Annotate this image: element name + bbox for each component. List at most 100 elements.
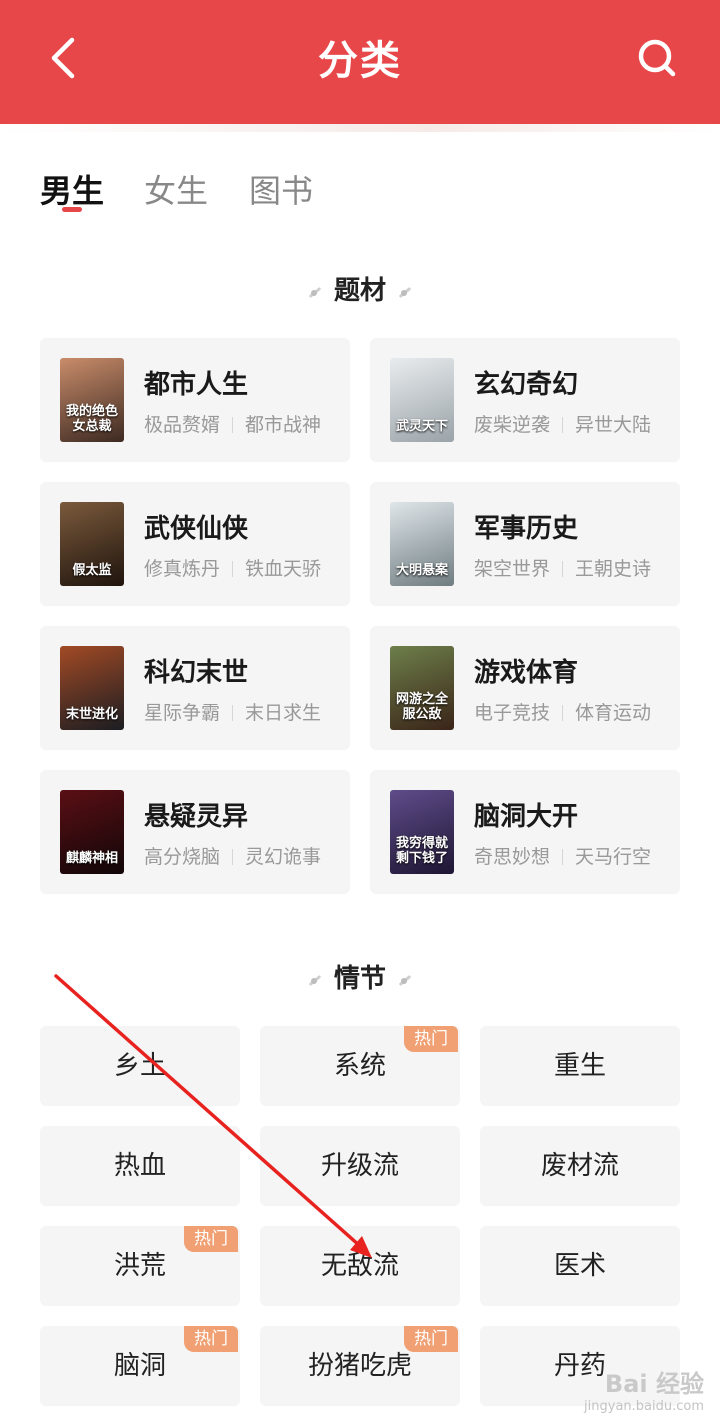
category-tag: 修真炼丹 — [144, 558, 221, 580]
category-title: 游戏体育 — [474, 658, 579, 688]
category-tags: 高分烧脑 灵幻诡事 — [144, 842, 321, 869]
plot-tag-button[interactable]: 乡土 — [40, 1026, 240, 1106]
category-tag: 天马行空 — [575, 846, 652, 868]
tab-books[interactable]: 图书 — [249, 166, 313, 212]
book-cover: 网游之全服公敌 — [390, 646, 454, 730]
category-tag: 星际争霸 — [144, 702, 221, 724]
book-cover-title: 麒麟神相 — [65, 850, 118, 866]
hot-badge: 热门 — [184, 1226, 238, 1252]
decoration-icon — [396, 285, 414, 299]
category-tag: 高分烧脑 — [144, 846, 221, 868]
section-title-text: 题材 — [333, 276, 386, 306]
category-card[interactable]: 假太监 武侠仙侠修真炼丹 铁血天骄 — [40, 482, 350, 606]
category-card[interactable]: 我穷得就剩下钱了 脑洞大开奇思妙想 天马行空 — [370, 770, 680, 894]
plot-tag-label: 扮猪吃虎 — [307, 1351, 412, 1381]
plot-tag-button[interactable]: 系统 热门 — [260, 1026, 460, 1106]
book-cover: 武灵天下 — [390, 358, 454, 442]
active-tab-indicator — [62, 207, 82, 212]
category-tag: 体育运动 — [575, 702, 652, 724]
book-cover: 我的绝色女总裁 — [60, 358, 124, 442]
category-card[interactable]: 麒麟神相 悬疑灵异高分烧脑 灵幻诡事 — [40, 770, 350, 894]
watermark-logo: Bai 经验 — [604, 1370, 704, 1398]
category-tags: 星际争霸 末日求生 — [144, 698, 321, 725]
decoration-icon — [306, 973, 324, 987]
tab-female[interactable]: 女生 — [144, 166, 208, 212]
category-tag: 都市战神 — [245, 414, 322, 436]
watermark-url: jingyan.baidu.com — [584, 1399, 704, 1414]
tag-separator — [232, 849, 234, 865]
plot-tag-button[interactable]: 升级流 — [260, 1126, 460, 1206]
decoration-icon — [306, 285, 324, 299]
plot-tag-label: 脑洞 — [113, 1351, 166, 1381]
plot-tag-label: 无敌流 — [320, 1251, 399, 1281]
tag-separator — [232, 705, 234, 721]
category-tag: 异世大陆 — [575, 414, 652, 436]
category-tag: 末日求生 — [245, 702, 322, 724]
section-title-theme: 题材 — [0, 270, 720, 307]
category-title: 武侠仙侠 — [144, 514, 249, 544]
category-tag: 废柴逆袭 — [474, 414, 551, 436]
category-tags: 架空世界 王朝史诗 — [474, 554, 651, 581]
book-cover-title: 大明悬案 — [395, 562, 448, 578]
hot-badge: 热门 — [404, 1326, 458, 1352]
category-card[interactable]: 网游之全服公敌 游戏体育电子竞技 体育运动 — [370, 626, 680, 750]
book-cover: 末世进化 — [60, 646, 124, 730]
book-cover-title: 网游之全服公敌 — [395, 692, 448, 722]
plot-tag-label: 热血 — [113, 1151, 166, 1181]
tag-separator — [562, 561, 564, 577]
plot-tag-button[interactable]: 洪荒 热门 — [40, 1226, 240, 1306]
category-card[interactable]: 我的绝色女总裁 都市人生极品赘婿 都市战神 — [40, 338, 350, 462]
hot-badge: 热门 — [184, 1326, 238, 1352]
category-title: 军事历史 — [474, 514, 579, 544]
category-tag: 王朝史诗 — [575, 558, 652, 580]
plot-tag-label: 系统 — [333, 1051, 386, 1081]
decoration-icon — [396, 973, 414, 987]
plot-tag-label: 重生 — [553, 1051, 606, 1081]
plot-tag-label: 废材流 — [540, 1151, 619, 1181]
watermark: Bai 经验 jingyan.baidu.com — [584, 1364, 704, 1414]
category-tag: 铁血天骄 — [245, 558, 322, 580]
book-cover: 我穷得就剩下钱了 — [390, 790, 454, 874]
plot-tag-button[interactable]: 重生 — [480, 1026, 680, 1106]
category-tag: 极品赘婿 — [144, 414, 221, 436]
category-tag: 架空世界 — [474, 558, 551, 580]
page-title: 分类 — [318, 38, 402, 84]
category-title: 都市人生 — [144, 370, 249, 400]
book-cover: 麒麟神相 — [60, 790, 124, 874]
book-cover-title: 我穷得就剩下钱了 — [395, 836, 448, 866]
category-card[interactable]: 大明悬案 军事历史架空世界 王朝史诗 — [370, 482, 680, 606]
plot-tag-button[interactable]: 热血 — [40, 1126, 240, 1206]
app-header: 分类 — [0, 0, 720, 124]
book-cover: 大明悬案 — [390, 502, 454, 586]
tag-separator — [562, 705, 564, 721]
category-title: 脑洞大开 — [474, 802, 579, 832]
category-tags: 奇思妙想 天马行空 — [474, 842, 651, 869]
category-tags: 废柴逆袭 异世大陆 — [474, 410, 651, 437]
plot-tag-label: 乡土 — [113, 1051, 166, 1081]
tab-male[interactable]: 男生 — [40, 166, 104, 212]
search-button[interactable] — [632, 30, 682, 86]
book-cover-title: 末世进化 — [65, 706, 118, 722]
plot-tag-button[interactable]: 医术 — [480, 1226, 680, 1306]
category-title: 科幻末世 — [144, 658, 249, 688]
tag-separator — [232, 417, 234, 433]
plot-tag-button[interactable]: 无敌流 — [260, 1226, 460, 1306]
plot-tag-button[interactable]: 脑洞 热门 — [40, 1326, 240, 1406]
plot-tag-button[interactable]: 扮猪吃虎 热门 — [260, 1326, 460, 1406]
tag-separator — [562, 849, 564, 865]
book-cover-title: 我的绝色女总裁 — [65, 404, 118, 434]
plot-tag-label: 洪荒 — [113, 1251, 166, 1281]
category-card[interactable]: 武灵天下 玄幻奇幻废柴逆袭 异世大陆 — [370, 338, 680, 462]
book-cover-title: 武灵天下 — [395, 418, 448, 434]
category-tag: 灵幻诡事 — [245, 846, 322, 868]
category-card[interactable]: 末世进化 科幻末世星际争霸 末日求生 — [40, 626, 350, 750]
plot-tag-button[interactable]: 废材流 — [480, 1126, 680, 1206]
category-title: 玄幻奇幻 — [474, 370, 579, 400]
category-title: 悬疑灵异 — [144, 802, 249, 832]
category-tags: 修真炼丹 铁血天骄 — [144, 554, 321, 581]
tag-separator — [232, 561, 234, 577]
book-cover-title: 假太监 — [72, 562, 112, 578]
plot-tag-label: 医术 — [553, 1251, 606, 1281]
book-cover: 假太监 — [60, 502, 124, 586]
category-tag: 电子竞技 — [474, 702, 551, 724]
